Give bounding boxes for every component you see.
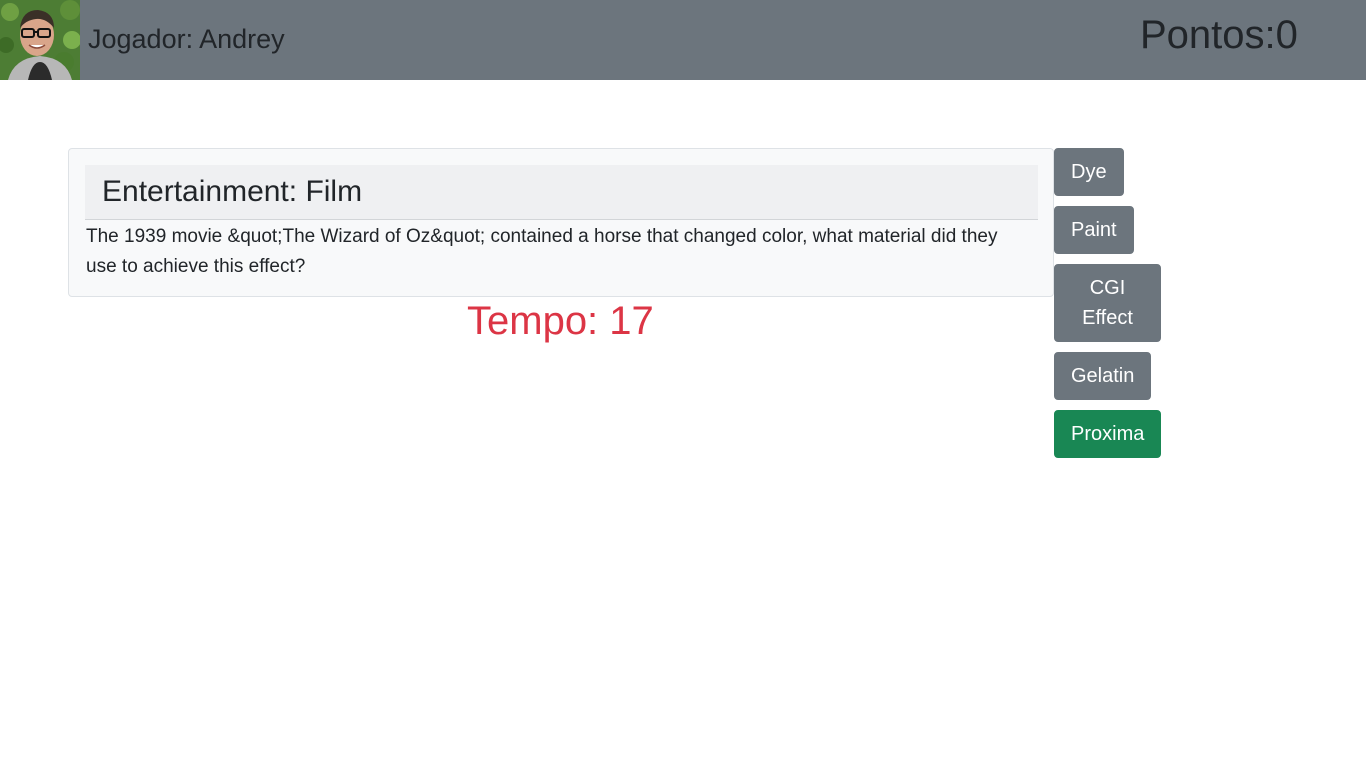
question-category: Entertainment: Film bbox=[102, 175, 363, 208]
question-card-header: Entertainment: Film bbox=[85, 165, 1038, 220]
player-photo-icon bbox=[0, 0, 80, 80]
answer-options: Dye Paint CGI Effect Gelatin Proxima bbox=[1054, 148, 1162, 468]
next-question-button[interactable]: Proxima bbox=[1054, 410, 1162, 458]
answer-button-cgi-effect[interactable]: CGI Effect bbox=[1054, 264, 1161, 342]
player-avatar bbox=[0, 0, 80, 80]
question-text: The 1939 movie &quot;The Wizard of Oz&qu… bbox=[86, 226, 998, 277]
top-bar: Jogador: Andrey Pontos:0 bbox=[0, 0, 1366, 80]
player-name: Jogador: Andrey bbox=[88, 24, 285, 54]
answer-button-paint[interactable]: Paint bbox=[1054, 206, 1134, 254]
countdown-timer: Tempo: 17 bbox=[467, 299, 654, 343]
answer-button-dye[interactable]: Dye bbox=[1054, 148, 1124, 196]
score-display: Pontos:0 bbox=[1140, 13, 1298, 57]
answer-button-gelatin[interactable]: Gelatin bbox=[1054, 352, 1152, 400]
question-card: Entertainment: Film The 1939 movie &quot… bbox=[68, 148, 1054, 297]
